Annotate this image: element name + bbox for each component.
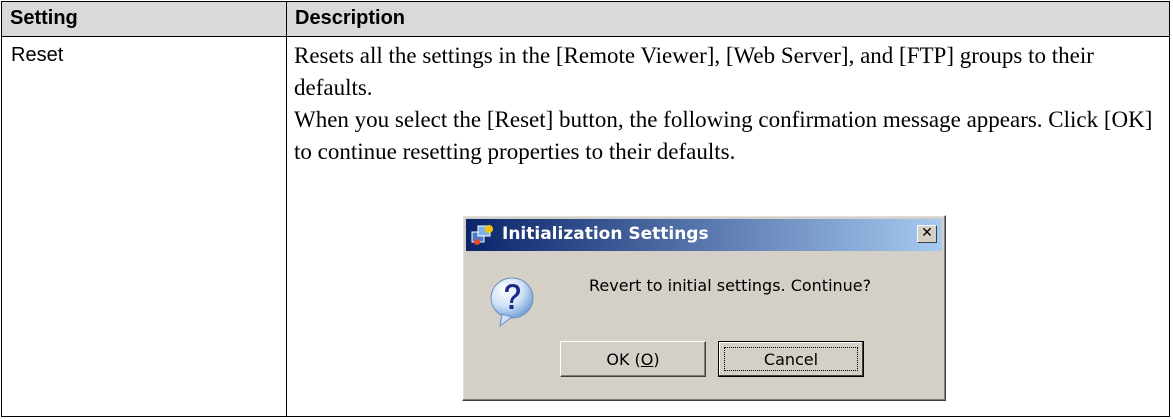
cancel-button[interactable]: Cancel [718, 341, 864, 377]
dialog-message: Revert to initial settings. Continue? [589, 276, 872, 295]
header-description: Description [295, 7, 406, 29]
header-setting: Setting [10, 7, 78, 29]
ok-label-prefix: OK ( [606, 349, 641, 369]
confirmation-dialog: Initialization Settings ✕ Revert to init… [462, 215, 946, 401]
dialog-title: Initialization Settings [502, 224, 709, 244]
column-divider [286, 2, 287, 416]
setting-cell: Reset [11, 44, 64, 66]
close-button[interactable]: ✕ [917, 225, 937, 243]
ok-button[interactable]: OK (O) [560, 341, 706, 377]
description-paragraph-1: Resets all the settings in the [Remote V… [294, 43, 1094, 100]
close-icon: ✕ [921, 225, 933, 241]
ok-label-suffix: ) [653, 349, 660, 369]
description-cell: Resets all the settings in the [Remote V… [294, 40, 1154, 168]
description-paragraph-2: When you select the [Reset] button, the … [294, 107, 1153, 164]
table-header-row: Setting Description [2, 2, 1169, 37]
question-icon [490, 277, 534, 328]
ok-button-label: OK (O) [606, 350, 659, 369]
ok-label-mnemonic: O [640, 349, 654, 369]
settings-table: Setting Description Reset Resets all the… [1, 1, 1170, 417]
app-icon [471, 225, 493, 245]
dialog-titlebar[interactable]: Initialization Settings ✕ [466, 219, 942, 251]
cancel-button-label: Cancel [763, 349, 819, 369]
